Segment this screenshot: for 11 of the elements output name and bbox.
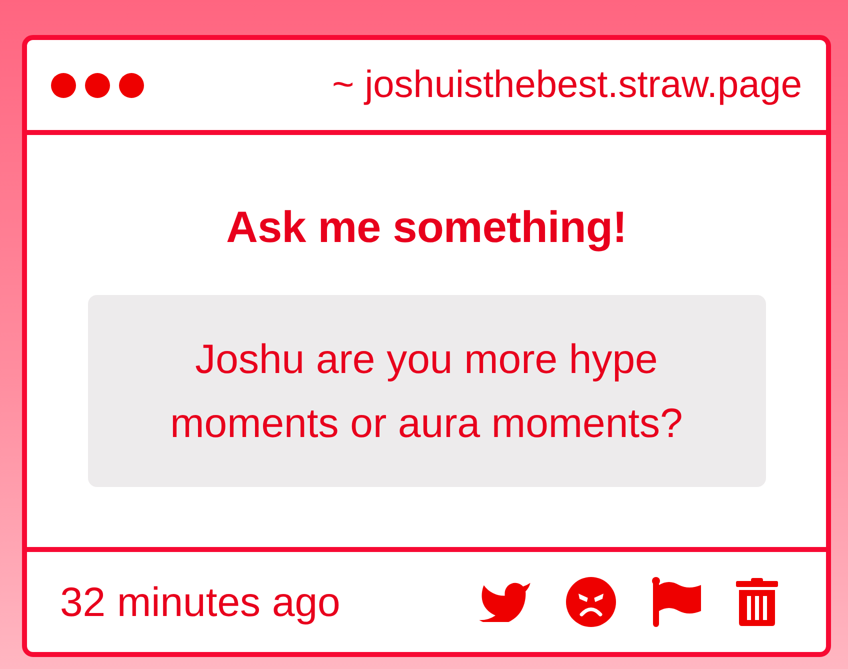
angry-face-icon[interactable]: [566, 577, 616, 627]
flag-icon[interactable]: [651, 577, 701, 627]
page-address: ~ joshuisthebest.straw.page: [332, 63, 802, 108]
question-text: Joshu are you more hype moments or aura moments?: [169, 335, 684, 448]
trash-icon[interactable]: [736, 578, 778, 626]
bird-icon[interactable]: [479, 582, 531, 622]
dot-icon: [51, 72, 76, 98]
prompt-title: Ask me something!: [226, 205, 627, 251]
dot-icon: [85, 72, 110, 98]
timestamp: 32 minutes ago: [60, 578, 340, 627]
dot-icon: [119, 72, 144, 98]
